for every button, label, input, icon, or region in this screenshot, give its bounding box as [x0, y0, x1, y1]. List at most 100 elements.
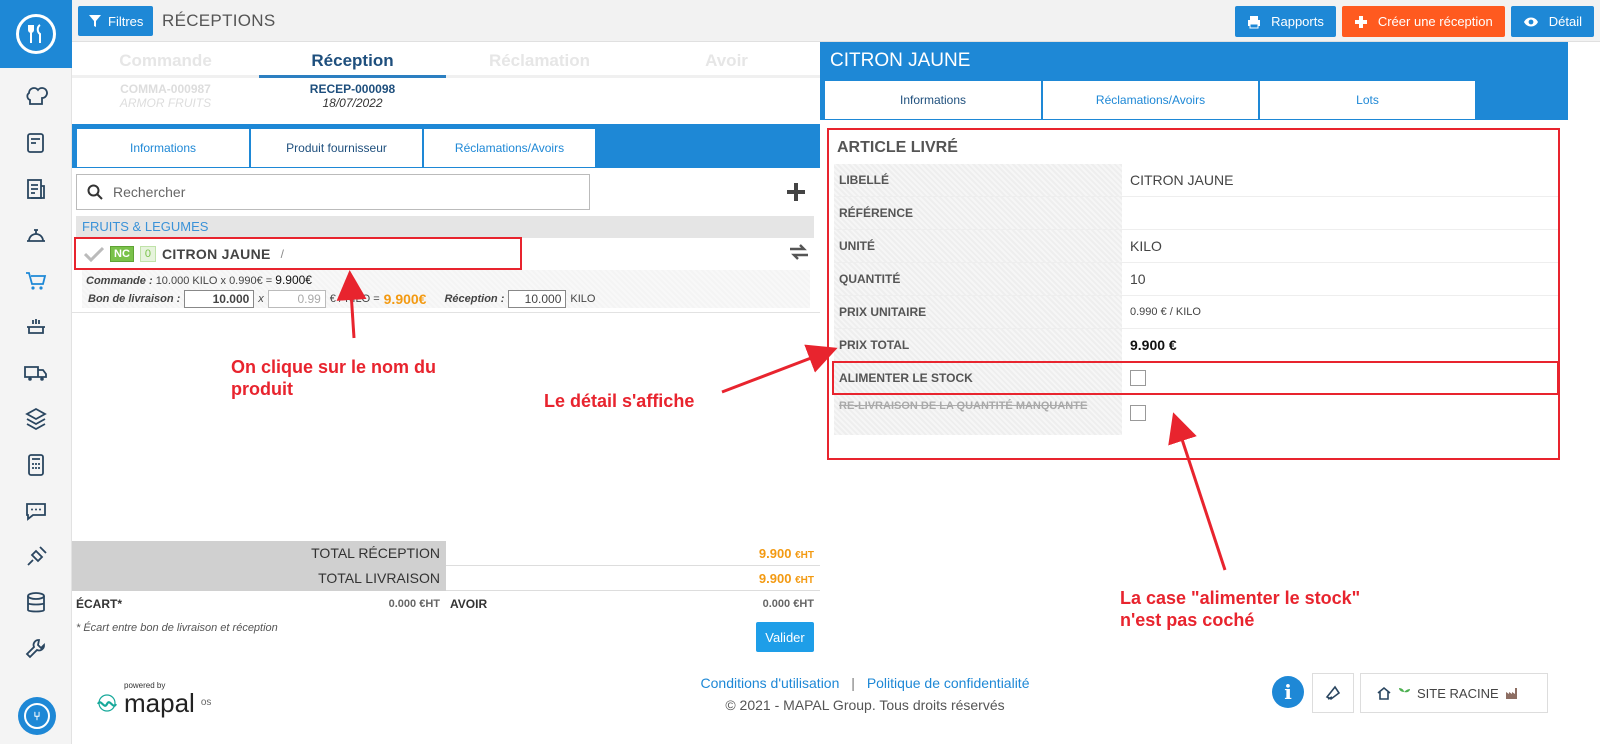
right-panel-header: CITRON JAUNE Informations Réclamations/A…: [820, 42, 1568, 120]
site-selector-button[interactable]: SITE RACINE: [1360, 673, 1548, 713]
ecart-star: *: [117, 597, 123, 611]
info-icon[interactable]: i: [1272, 676, 1304, 708]
step-avoir[interactable]: Avoir: [633, 42, 820, 78]
reception-quantity-input[interactable]: 10.000: [508, 290, 567, 308]
cooking-pot-icon[interactable]: [18, 312, 54, 342]
avoir-label: AVOIR: [450, 597, 488, 611]
workflow-steps: Commande COMMA-000987 ARMOR FRUITS Récep…: [72, 42, 820, 122]
step-reception[interactable]: Réception RECEP-000098 18/07/2022: [259, 42, 446, 110]
annotation-box-product: [74, 237, 522, 270]
fork-knife-icon: ⑂: [24, 703, 50, 729]
commande-label: Commande :: [86, 275, 153, 287]
totals-table: TOTAL RÉCEPTION 9.900 €HT TOTAL LIVRAISO…: [72, 541, 820, 616]
brand-sup: os: [200, 697, 212, 708]
annotation-click-name: On clique sur le nom du produit: [231, 357, 437, 399]
times-sign: x: [258, 293, 264, 305]
step-ref: RECEP-000098: [309, 82, 396, 96]
reports-label: Rapports: [1271, 14, 1324, 29]
filter-icon: [89, 15, 101, 27]
calculator-icon[interactable]: [18, 450, 54, 480]
annotation-stock: La case "alimenter le stock" n'est pas c…: [1120, 588, 1361, 630]
app-root: ⑂ Filtres RÉCEPTIONS Rapports Créer une …: [0, 0, 1600, 744]
create-reception-button[interactable]: Créer une réception: [1341, 6, 1505, 37]
total-livraison-value: 9.900: [758, 571, 792, 586]
search-input[interactable]: Rechercher: [76, 174, 590, 210]
category-header: FRUITS & LEGUMES: [76, 216, 814, 238]
menu-card-icon[interactable]: [18, 128, 54, 158]
tab-right-informations[interactable]: Informations: [824, 80, 1042, 120]
bon-quantity-input[interactable]: 10.000: [184, 290, 255, 308]
ecart-value: 0.000 €HT: [388, 598, 440, 610]
service-bell-icon[interactable]: [18, 220, 54, 250]
footer-separator: |: [851, 675, 855, 691]
bon-label: Bon de livraison :: [88, 293, 181, 305]
swap-icon[interactable]: [788, 244, 810, 260]
tab-reclamations-avoirs[interactable]: Réclamations/Avoirs: [423, 128, 596, 168]
tab-produit-fournisseur[interactable]: Produit fournisseur: [250, 128, 423, 168]
cart-icon[interactable]: [18, 266, 54, 296]
footer-links: Conditions d'utilisation | Politique de …: [680, 675, 1050, 691]
step-reclamation[interactable]: Réclamation: [446, 42, 633, 78]
validate-button[interactable]: Valider: [756, 622, 814, 652]
tab-right-lots[interactable]: Lots: [1259, 80, 1476, 120]
satellite-icon[interactable]: [18, 542, 54, 572]
currency: €HT: [795, 550, 814, 561]
wrench-icon[interactable]: [18, 634, 54, 664]
database-icon[interactable]: [18, 588, 54, 618]
step-name: Réclamation: [446, 42, 633, 78]
footnote-star: *: [76, 622, 81, 634]
tab-informations[interactable]: Informations: [76, 128, 250, 168]
step-sub: ARMOR FRUITS: [119, 96, 212, 110]
step-name: Réception: [259, 42, 446, 78]
copyright: © 2021 - MAPAL Group. Tous droits réserv…: [725, 697, 1005, 713]
print-icon: [1248, 15, 1261, 28]
notifications-button[interactable]: [1312, 673, 1354, 713]
footnote-text: Écart entre bon de livraison et réceptio…: [83, 622, 278, 634]
unit-text: € / KILO =: [329, 293, 380, 305]
ecart-label: ÉCART: [76, 597, 118, 611]
total-reception-row: TOTAL RÉCEPTION 9.900 €HT: [72, 541, 820, 566]
bell-icon: [1325, 685, 1341, 700]
tab-right-reclamations[interactable]: Réclamations/Avoirs: [1042, 80, 1259, 120]
chef-hat-icon[interactable]: [18, 82, 54, 112]
avoir-value: 0.000 €HT: [762, 598, 814, 610]
search-icon: [87, 184, 103, 200]
site-label: SITE RACINE: [1417, 685, 1499, 701]
sidebar: ⑂: [0, 0, 72, 744]
bon-price-input[interactable]: 0.99: [267, 290, 326, 308]
app-logo[interactable]: [0, 0, 72, 68]
total-reception-label: TOTAL RÉCEPTION: [72, 541, 446, 566]
arrow-to-detail: [721, 344, 838, 394]
stock-boxes-icon[interactable]: [18, 404, 54, 434]
privacy-link[interactable]: Politique de confidentialité: [867, 675, 1030, 691]
reception-unit: KILO: [570, 293, 596, 305]
total-livraison-row: TOTAL LIVRAISON 9.900 €HT: [72, 566, 820, 591]
chat-icon[interactable]: [18, 496, 54, 526]
total-livraison-label: TOTAL LIVRAISON: [72, 566, 446, 591]
product-detail-line: Commande : 10.000 KILO x 0.990€ = 9.900€…: [82, 270, 810, 308]
top-bar: Filtres RÉCEPTIONS Rapports Créer une ré…: [72, 0, 1600, 42]
left-tabs: Informations Produit fournisseur Réclama…: [72, 124, 820, 168]
detail-button[interactable]: Détail: [1510, 6, 1594, 37]
recipe-icon[interactable]: [18, 174, 54, 204]
commande-text: 10.000 KILO x 0.990€ =: [155, 275, 273, 287]
step-name: Commande: [72, 42, 259, 78]
annotation-detail-shown: Le détail s'affiche: [544, 391, 695, 411]
plus-icon: [1354, 15, 1367, 28]
step-ref: COMMA-000987: [120, 82, 211, 96]
conditions-link[interactable]: Conditions d'utilisation: [701, 675, 840, 691]
total-reception-value: 9.900: [758, 546, 792, 561]
fork-knife-icon: [16, 14, 56, 54]
step-commande[interactable]: Commande COMMA-000987 ARMOR FRUITS: [72, 42, 259, 110]
add-product-icon[interactable]: [784, 180, 808, 204]
currency: €HT: [795, 575, 814, 586]
reports-button[interactable]: Rapports: [1235, 6, 1336, 37]
annotation-box-detail: [827, 128, 1560, 460]
detail-label: Détail: [1548, 14, 1582, 29]
search-placeholder: Rechercher: [113, 184, 186, 200]
mapal-logo-icon: [97, 694, 117, 712]
delivery-truck-icon[interactable]: [18, 358, 54, 388]
filters-button[interactable]: Filtres: [78, 6, 154, 36]
home-icon: [1377, 686, 1391, 700]
user-avatar[interactable]: ⑂: [18, 697, 56, 735]
